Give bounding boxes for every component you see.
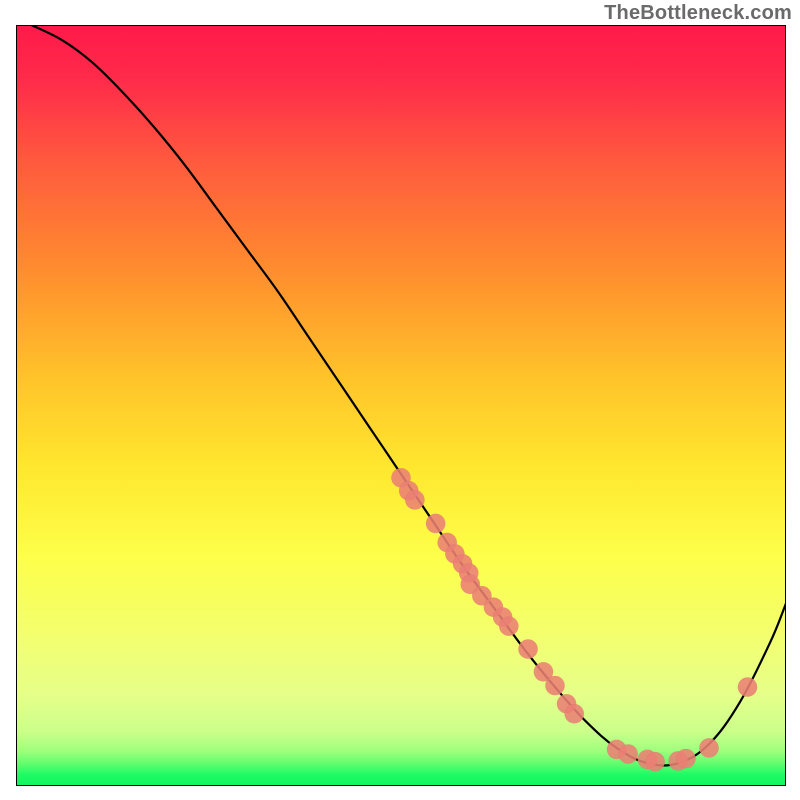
gradient-background bbox=[16, 25, 786, 786]
data-marker bbox=[499, 616, 518, 635]
data-marker bbox=[618, 744, 637, 763]
chart-svg bbox=[16, 25, 786, 786]
data-marker bbox=[545, 676, 564, 695]
chart-stage: TheBottleneck.com bbox=[0, 0, 800, 800]
watermark-text: TheBottleneck.com bbox=[604, 2, 792, 25]
plot-area bbox=[16, 25, 786, 786]
data-marker bbox=[426, 514, 445, 533]
data-marker bbox=[518, 639, 537, 658]
data-marker bbox=[645, 752, 664, 771]
data-marker bbox=[565, 704, 584, 723]
data-marker bbox=[405, 490, 424, 509]
data-marker bbox=[699, 738, 718, 757]
data-marker bbox=[676, 749, 695, 768]
data-marker bbox=[738, 677, 757, 696]
